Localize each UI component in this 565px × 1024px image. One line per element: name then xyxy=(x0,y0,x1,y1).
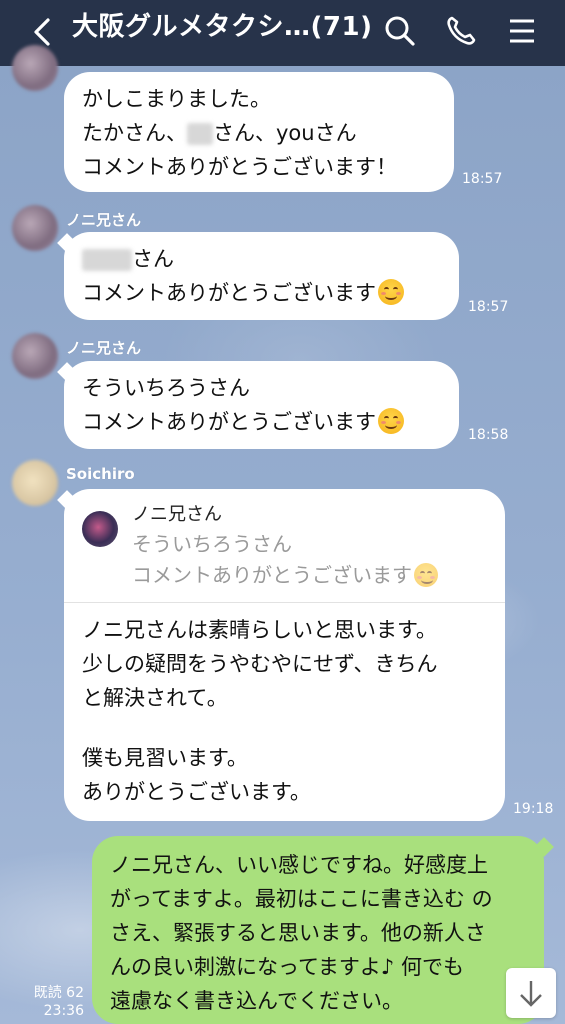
message-bubble[interactable]: ノニ兄さん そういちろうさん コメントありがとうございます ノニ兄さんは素晴らし… xyxy=(64,489,505,821)
message-text: ノニ兄さんは素晴らしいと思います。 xyxy=(82,618,437,642)
message-bubble[interactable]: さん コメントありがとうございます xyxy=(64,232,459,320)
message-time: 23:36 xyxy=(43,1003,84,1019)
message-text-part: たかさん、 xyxy=(82,121,187,145)
quoted-avatar xyxy=(82,511,118,547)
smiling-face-emoji xyxy=(414,563,438,587)
message-text: さん xyxy=(82,242,441,276)
quoted-text-line: コメントありがとうございます xyxy=(132,560,438,591)
message-text-part: さん xyxy=(132,247,174,271)
sender-name: ノニ兄さん xyxy=(66,211,142,229)
message-text: 僕も見習います。 xyxy=(82,746,248,770)
message-time: 18:57 xyxy=(462,171,503,187)
smiling-face-emoji xyxy=(378,408,404,434)
message-text: ノニ兄さん、いい感じですね。好感度上 xyxy=(110,853,488,877)
message-text: んの良い刺激になってますよ♪ 何でも xyxy=(110,955,464,979)
read-count: 既読 62 xyxy=(33,985,84,1001)
message-text-part: さん、youさん xyxy=(213,121,357,145)
message-text: 遠慮なく書き込んでください。 xyxy=(110,989,403,1013)
message-text: かしこまりました。 xyxy=(82,87,271,111)
avatar[interactable] xyxy=(12,460,58,506)
message-text: さえ、緊張すると思います。他の新人さ xyxy=(110,921,486,945)
chat-header: 大阪グルメタクシ…(71) xyxy=(0,0,565,66)
message-text: と解決されて。 xyxy=(82,686,228,710)
message-text xyxy=(82,715,438,741)
sender-name: Soichiro xyxy=(66,465,135,483)
quoted-sender-name: ノニ兄さん xyxy=(132,504,222,525)
hamburger-menu-icon[interactable] xyxy=(505,14,539,48)
phone-icon[interactable] xyxy=(444,14,478,48)
message-bubble[interactable]: そういちろうさん コメントありがとうございます xyxy=(64,361,459,449)
message-time: 18:57 xyxy=(468,299,509,315)
message-time: 19:18 xyxy=(513,801,554,817)
message-text: コメントありがとうございます xyxy=(82,405,441,439)
arrow-down-icon xyxy=(520,981,542,1007)
message-text: コメントありがとうございます xyxy=(82,276,441,310)
own-message-bubble[interactable]: ノニ兄さん、いい感じですね。好感度上 がってますよ。最初はここに書き込む の さ… xyxy=(92,836,544,1024)
chat-title[interactable]: 大阪グルメタクシ…(71) xyxy=(72,10,372,44)
message-text-block: ノニ兄さんは素晴らしいと思います。 少しの疑問をうやむやにせず、きちん と解決さ… xyxy=(82,613,438,809)
message-text: 少しの疑問をうやむやにせず、きちん xyxy=(82,652,438,676)
scroll-to-bottom-button[interactable] xyxy=(506,968,556,1018)
blurred-name xyxy=(187,123,213,145)
quoted-text-part: コメントありがとうございます xyxy=(132,563,412,587)
message-text: ありがとうございます。 xyxy=(82,780,311,804)
message-text: そういちろうさん xyxy=(82,376,250,400)
avatar[interactable] xyxy=(12,45,58,91)
read-receipt: 既読 62 23:36 xyxy=(28,984,84,1020)
message-text: たかさん、 さん、youさん xyxy=(82,116,436,150)
message-time: 18:58 xyxy=(468,427,509,443)
message-text: がってますよ。最初はここに書き込む の xyxy=(110,887,493,911)
message-bubble[interactable]: かしこまりました。 たかさん、 さん、youさん コメントありがとうございます！ xyxy=(64,72,454,192)
message-text-part: コメントありがとうございます xyxy=(82,281,376,305)
message-text-part: コメントありがとうございます xyxy=(82,410,376,434)
sender-name: ノニ兄さん xyxy=(66,339,142,357)
search-icon[interactable] xyxy=(383,14,417,48)
blurred-name xyxy=(82,249,132,271)
quoted-message[interactable]: ノニ兄さん そういちろうさん コメントありがとうございます xyxy=(64,489,505,603)
message-text: コメントありがとうございます！ xyxy=(82,155,397,179)
quoted-text-line: そういちろうさん xyxy=(132,532,292,556)
quoted-text: そういちろうさん コメントありがとうございます xyxy=(132,529,438,591)
smiling-face-emoji xyxy=(378,279,404,305)
avatar[interactable] xyxy=(12,205,58,251)
avatar[interactable] xyxy=(12,333,58,379)
